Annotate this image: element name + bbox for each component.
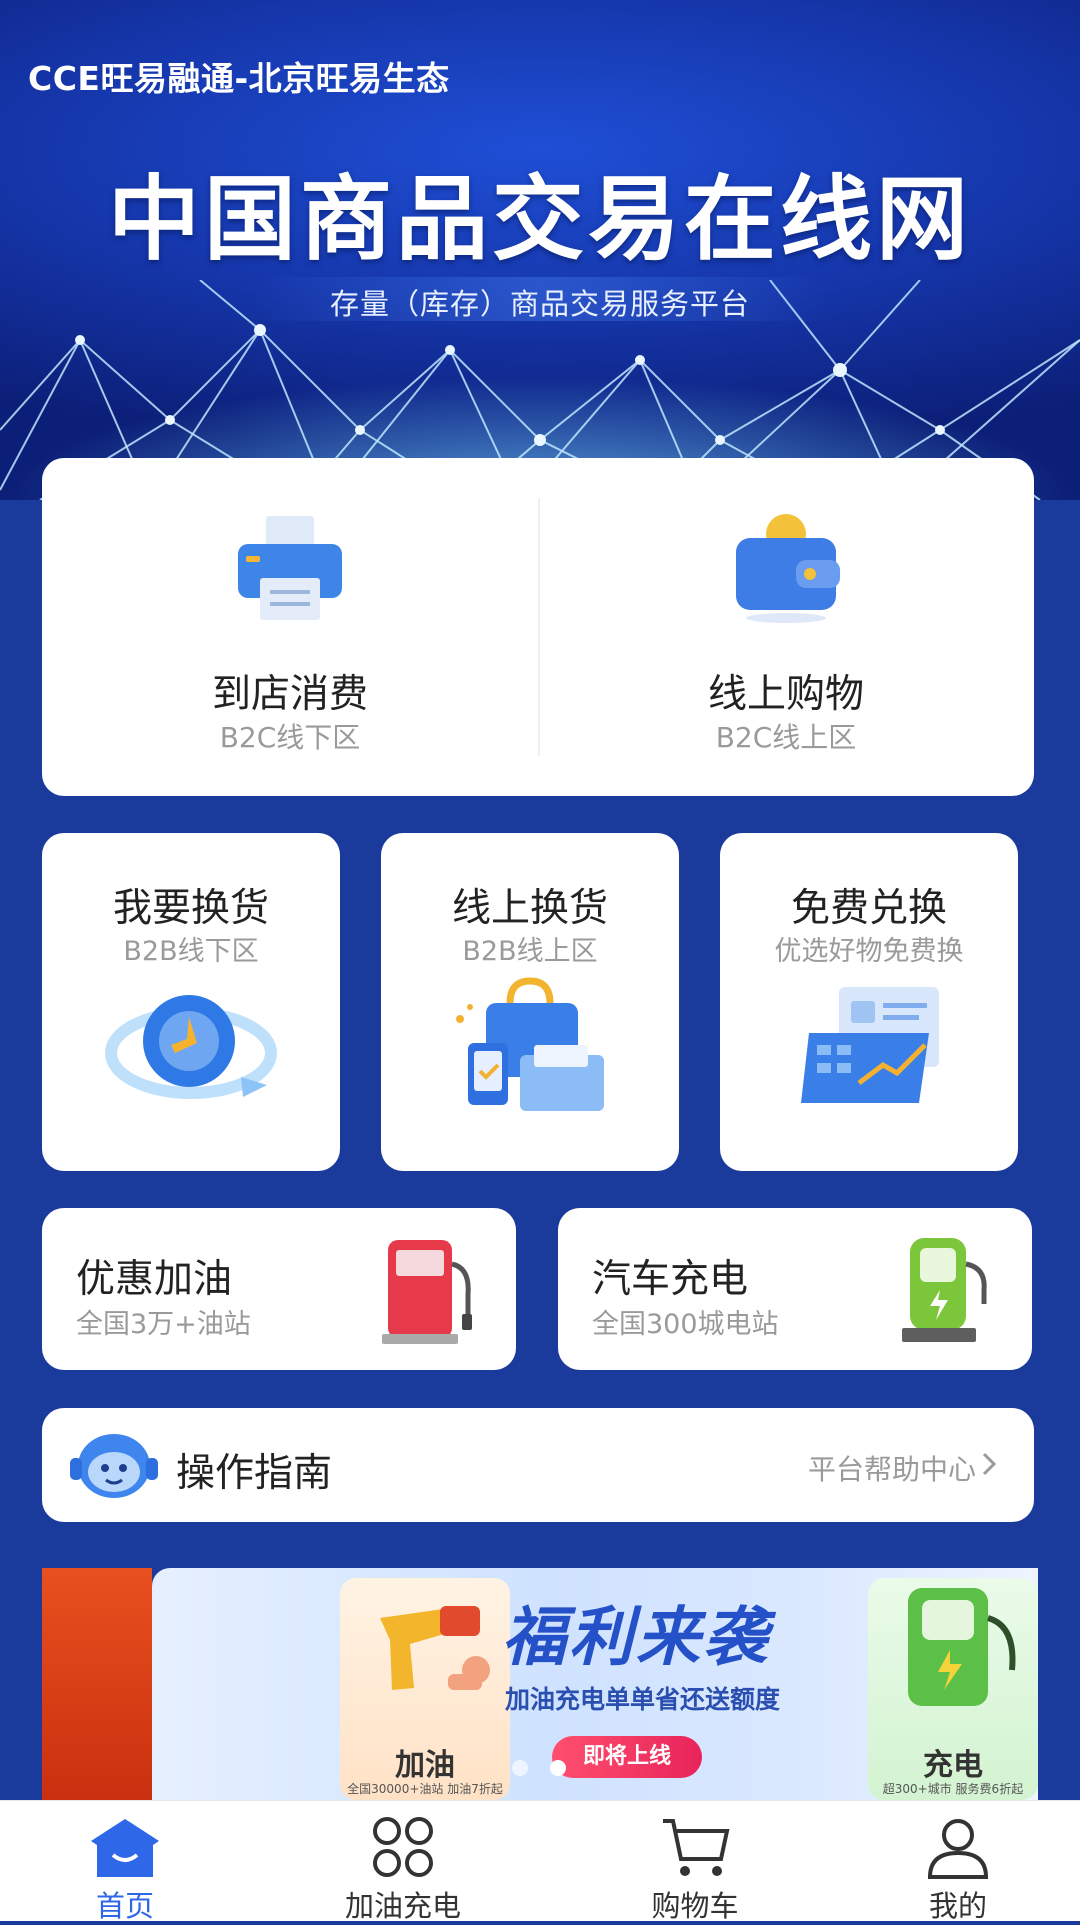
promo-fuel-card: 加油 全国30000+油站 加油7折起 [340, 1578, 510, 1800]
promo-headline: 福利来袭 [502, 1601, 770, 1675]
promo-slide[interactable]: 加油 全国30000+油站 加油7折起 福利来袭 加油充电单单省还送额度 即将上… [152, 1568, 1038, 1800]
nav-label: 首页 [95, 1889, 154, 1923]
hero-subtitle: 存量（库存）商品交易服务平台 [329, 287, 750, 321]
promo-prev-slide [42, 1568, 152, 1800]
app-name: CCE旺易融通-北京旺易生态 [28, 59, 450, 98]
service-offline-exchange[interactable]: 我要换货 B2B线下区 [42, 833, 340, 1171]
nav-home[interactable]: 首页 [25, 1801, 225, 1923]
nav-cart[interactable]: 购物车 [595, 1801, 795, 1923]
promo-charge-card: 充电 超300+城市 服务费6折起 [868, 1578, 1038, 1800]
chart-report-icon [801, 987, 939, 1103]
help-center-link[interactable]: 平台帮助中心 [808, 1448, 976, 1488]
promo-card-note: 全国30000+油站 加油7折起 [347, 1782, 503, 1796]
guide-title: 操作指南 [176, 1451, 333, 1496]
service-title: 线上换货 [451, 886, 608, 931]
service-title: 汽车充电 [592, 1257, 749, 1302]
nav-label: 购物车 [651, 1889, 739, 1923]
service-subtitle: 全国3万+油站 [76, 1309, 251, 1340]
service-fuel[interactable]: 优惠加油 全国3万+油站 [42, 1208, 516, 1370]
fuel-nozzle-icon [380, 1606, 490, 1690]
nav-label: 加油充电 [344, 1889, 461, 1923]
chevron-right-icon [982, 1452, 997, 1476]
service-subtitle: B2C线下区 [219, 721, 361, 754]
service-online-exchange[interactable]: 线上换货 B2B线上区 [381, 833, 679, 1171]
service-ev-charging[interactable]: 汽车充电 全国300城电站 [558, 1208, 1032, 1370]
service-online-shopping[interactable]: 线上购物 B2C线上区 [538, 458, 1034, 796]
service-title: 我要换货 [112, 886, 269, 931]
ev-charger-icon [908, 1588, 1016, 1706]
operation-guide-bar[interactable]: 操作指南 平台帮助中心 [42, 1408, 1034, 1522]
wallet-icon [736, 514, 840, 623]
promo-carousel[interactable]: 加油 全国30000+油站 加油7折起 福利来袭 加油充电单单省还送额度 即将上… [42, 1568, 1038, 1800]
service-subtitle: 全国300城电站 [592, 1309, 779, 1340]
promo-card-label: 加油 [395, 1748, 455, 1783]
home-icon [91, 1819, 159, 1877]
printer-icon [238, 516, 342, 620]
nav-fuel-charge[interactable]: 加油充电 [303, 1801, 503, 1923]
bottom-nav: 首页 加油充电 购物车 我的 [0, 1800, 1080, 1923]
shopping-bag-icon [456, 977, 604, 1111]
hero-title: 中国商品交易在线网 [107, 166, 972, 273]
hero-banner: CCE旺易融通-北京旺易生态 中国商品交易在线网 存量（库存）商品交易服务平台 [0, 0, 1080, 500]
gas-pump-icon [382, 1240, 472, 1344]
grid-icon [373, 1817, 433, 1877]
service-title: 免费兑换 [790, 886, 947, 931]
carousel-dot-active[interactable] [550, 1760, 566, 1776]
service-in-store[interactable]: 到店消费 B2C线下区 [42, 458, 538, 796]
service-title: 线上购物 [707, 672, 864, 717]
service-subtitle: 优选好物免费换 [774, 936, 964, 967]
exchange-clock-icon [105, 995, 277, 1099]
service-title: 优惠加油 [76, 1257, 233, 1302]
promo-card-note: 超300+城市 服务费6折起 [882, 1782, 1024, 1796]
nav-label: 我的 [928, 1889, 987, 1923]
service-free-redeem[interactable]: 免费兑换 优选好物免费换 [720, 833, 1018, 1171]
carousel-dot[interactable] [512, 1760, 528, 1776]
service-subtitle: B2B线下区 [123, 936, 259, 967]
ev-charger-icon [902, 1238, 987, 1342]
cart-icon [663, 1819, 730, 1876]
carousel-dots[interactable] [512, 1760, 588, 1780]
service-subtitle: B2B线上区 [462, 936, 598, 967]
service-title: 到店消费 [211, 672, 368, 717]
nav-profile[interactable]: 我的 [858, 1801, 1058, 1923]
main-services-card: 到店消费 B2C线下区 线上购物 B2C线上区 [42, 458, 1034, 796]
promo-card-label: 充电 [923, 1748, 983, 1783]
robot-support-icon [70, 1434, 158, 1498]
service-subtitle: B2C线上区 [715, 721, 857, 754]
person-icon [927, 1819, 989, 1879]
promo-line: 加油充电单单省还送额度 [505, 1685, 781, 1714]
